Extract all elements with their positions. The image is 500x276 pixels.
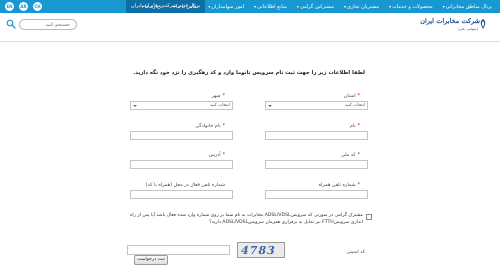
main-menu: ▾پرتال مناطق مخابراتی ▾محصولات و خدمات ▾… bbox=[137, 0, 497, 13]
menu-item-label: امور سهامداران bbox=[211, 4, 245, 10]
family-field[interactable] bbox=[130, 131, 233, 140]
landline-label: شماره تلفن فعال در محل (همراه با کد) bbox=[145, 183, 225, 188]
search-box[interactable] bbox=[19, 19, 77, 30]
required-asterisk: * bbox=[357, 94, 360, 99]
chevron-down-icon: ▾ bbox=[141, 4, 144, 9]
captcha-text: 4783 bbox=[239, 244, 278, 257]
menu-item-label: محصولات و خدمات bbox=[392, 4, 433, 10]
top-navigation-bar: EN AR CH پرتال قدیم شرکت مخابرات ایران ▾… bbox=[0, 0, 500, 13]
search-icon[interactable] bbox=[6, 19, 16, 29]
address-label: *آدرس bbox=[208, 153, 225, 158]
chevron-down-icon: ▾ bbox=[208, 4, 211, 9]
city-label: *شهر bbox=[211, 94, 225, 99]
required-asterisk: * bbox=[222, 94, 225, 99]
chevron-down-icon: ▾ bbox=[296, 4, 299, 9]
menu-item-products-services[interactable]: ▾محصولات و خدمات bbox=[384, 0, 438, 13]
captcha-label: کد امنیتی bbox=[346, 250, 365, 255]
menu-item-label: درباره ما bbox=[144, 4, 164, 10]
required-asterisk: * bbox=[357, 124, 360, 129]
chevron-down-icon: ▾ bbox=[344, 4, 347, 9]
menu-item-label: پرتال مناطق مخابراتی bbox=[445, 4, 492, 10]
menu-item-shareholders[interactable]: ▾امور سهامداران bbox=[203, 0, 249, 13]
required-asterisk: * bbox=[357, 153, 360, 158]
lang-ch-button[interactable]: CH bbox=[33, 2, 42, 11]
menu-item-regional-portals[interactable]: ▾پرتال مناطق مخابراتی bbox=[438, 0, 497, 13]
logo-text: شرکت مخابرات ایران bbox=[420, 17, 480, 25]
national-code-field[interactable] bbox=[265, 160, 368, 169]
address-field[interactable] bbox=[130, 160, 233, 169]
form-intro-text: لطفا اطلاعات زیر را جهت ثبت نام سرویس تا… bbox=[133, 70, 365, 76]
logo-subtitle: (سهامی عام) bbox=[458, 27, 478, 31]
required-asterisk: * bbox=[222, 153, 225, 158]
menu-item-information-resources[interactable]: ▾منابع اطلاعاتی bbox=[249, 0, 292, 13]
name-field[interactable] bbox=[265, 131, 368, 140]
required-asterisk: * bbox=[357, 183, 360, 188]
city-select[interactable]: انتخاب کنید bbox=[130, 101, 233, 110]
chevron-down-icon: ▾ bbox=[442, 4, 445, 9]
chevron-down-icon: ▾ bbox=[254, 4, 257, 9]
menu-item-label: منابع اطلاعاتی bbox=[257, 4, 287, 10]
national-code-label: *کد ملی bbox=[341, 153, 360, 158]
mobile-label: *شماره تلفن همراه bbox=[318, 183, 360, 188]
consent-checkbox[interactable] bbox=[366, 214, 372, 220]
menu-item-contact[interactable]: ▾تماس با ما bbox=[168, 0, 203, 13]
captcha-input[interactable] bbox=[127, 245, 230, 255]
lang-ar-button[interactable]: AR bbox=[19, 2, 28, 11]
search-input[interactable] bbox=[30, 21, 70, 28]
consent-text: مشترک گرامی در صورتی که سرویسADSL/VDSL م… bbox=[130, 213, 363, 225]
province-select[interactable]: انتخاب کنید bbox=[265, 101, 368, 110]
chevron-down-icon: ▾ bbox=[389, 4, 392, 9]
captcha-image: 4783 bbox=[237, 242, 285, 258]
menu-item-business-customers[interactable]: ▾مشتریان تجاری bbox=[339, 0, 384, 13]
lang-en-button[interactable]: EN bbox=[5, 2, 14, 11]
submit-button[interactable]: ثبت درخواست bbox=[134, 255, 168, 265]
mobile-field[interactable] bbox=[265, 190, 368, 199]
name-label: *نام bbox=[349, 124, 360, 129]
menu-item-label: مشترکین گرامی bbox=[299, 4, 335, 10]
menu-item-subscribers[interactable]: ▾مشترکین گرامی bbox=[292, 0, 339, 13]
menu-item-about[interactable]: ▾درباره ما bbox=[137, 0, 168, 13]
chevron-down-icon: ▾ bbox=[173, 4, 176, 9]
menu-item-label: مشتریان تجاری bbox=[347, 4, 380, 10]
family-label: *نام خانوادگی bbox=[195, 124, 225, 129]
province-label: *استان bbox=[343, 94, 360, 99]
required-asterisk: * bbox=[222, 124, 225, 129]
landline-field[interactable] bbox=[130, 190, 233, 199]
menu-item-label: تماس با ما bbox=[176, 4, 199, 10]
header-divider bbox=[0, 41, 500, 42]
